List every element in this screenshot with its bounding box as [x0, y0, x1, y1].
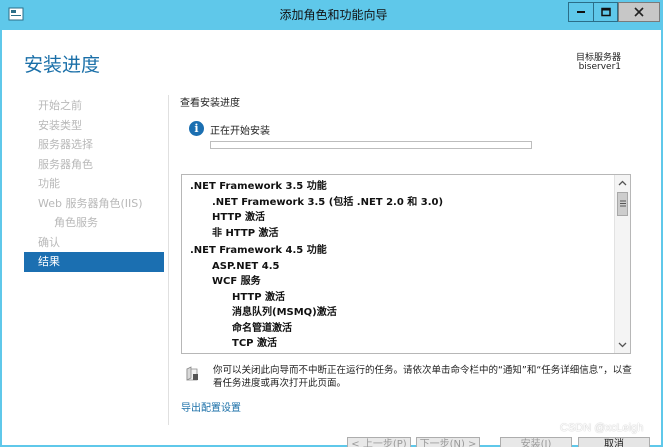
vertical-scrollbar[interactable] — [614, 175, 630, 353]
list-item: TCP 激活 — [232, 338, 277, 349]
previous-button[interactable]: < 上一步(P) — [347, 437, 411, 447]
scroll-up-icon[interactable] — [615, 176, 630, 191]
info-icon: i — [189, 121, 204, 136]
feature-list[interactable]: .NET Framework 3.5 功能 .NET Framework 3.5… — [181, 174, 631, 354]
scrollbar-thumb[interactable] — [617, 192, 628, 216]
nav-divider — [168, 95, 169, 425]
section-label: 查看安装进度 — [180, 98, 240, 109]
nav-item-before-you-begin: 开始之前 — [38, 99, 82, 112]
nav-item-role-services: 角色服务 — [54, 216, 98, 229]
list-item: .NET Framework 3.5 (包括 .NET 2.0 和 3.0) — [212, 196, 444, 208]
page-title: 安装进度 — [24, 54, 101, 76]
window-title: 添加角色和功能向导 — [279, 8, 388, 22]
grip-icon — [620, 200, 626, 207]
install-status-text: 正在开始安装 — [210, 126, 270, 137]
note-text: 你可以关闭此向导而不中断正在运行的任务。请依次单击命令栏中的“通知”和“任务详细… — [213, 365, 632, 389]
list-item: 消息队列(MSMQ)激活 — [232, 307, 337, 318]
title-bar[interactable]: 添加角色和功能向导 — [2, 0, 663, 30]
wizard-window: 添加角色和功能向导 安装进度 目标服务器 biserver1 开始之前 安装类型… — [0, 0, 663, 447]
list-item: HTTP 激活 — [212, 212, 266, 223]
maximize-icon — [600, 7, 611, 17]
next-button[interactable]: 下一步(N) > — [416, 437, 480, 447]
nav-item-confirmation: 确认 — [38, 235, 60, 249]
list-item: 命名管道激活 — [232, 322, 292, 334]
close-icon — [634, 7, 644, 17]
nav-item-server-selection: 服务器选择 — [38, 138, 93, 151]
scroll-down-icon[interactable] — [615, 337, 630, 352]
install-button[interactable]: 安装(I) — [500, 437, 572, 447]
list-item: .NET Framework 4.5 功能 — [190, 245, 327, 256]
feature-list-content: .NET Framework 3.5 功能 .NET Framework 3.5… — [182, 179, 614, 352]
install-progress-bar — [210, 141, 532, 149]
cancel-button[interactable]: 取消 — [578, 437, 650, 447]
nav-item-server-roles: 服务器角色 — [38, 157, 93, 171]
export-config-link[interactable]: 导出配置设置 — [181, 399, 241, 414]
nav-item-web-server-role: Web 服务器角色(IIS) — [38, 196, 143, 210]
list-item: ASP.NET 4.5 — [212, 260, 280, 272]
maximize-button[interactable] — [594, 2, 618, 22]
task-flag-icon — [186, 366, 198, 381]
list-item: WCF 服务 — [212, 276, 261, 287]
list-item: .NET Framework 3.5 功能 — [190, 181, 327, 192]
list-item: HTTP 激活 — [232, 291, 286, 303]
watermark: CSDN @xcLeigh — [560, 422, 644, 434]
target-server-name: biserver1 — [578, 62, 621, 72]
notification-note: 你可以关闭此向导而不中断正在运行的任务。请依次单击命令栏中的“通知”和“任务详细… — [181, 358, 632, 392]
list-item: 非 HTTP 激活 — [212, 227, 279, 239]
nav-item-results[interactable]: 结果 — [24, 252, 164, 272]
close-button[interactable] — [618, 2, 660, 22]
minimize-button[interactable] — [568, 2, 594, 22]
nav-item-installation-type: 安装类型 — [38, 118, 82, 132]
nav-item-features: 功能 — [38, 177, 60, 190]
wizard-nav: 开始之前 安装类型 服务器选择 服务器角色 功能 Web 服务器角色(IIS) … — [24, 96, 164, 272]
minimize-icon — [577, 11, 585, 13]
